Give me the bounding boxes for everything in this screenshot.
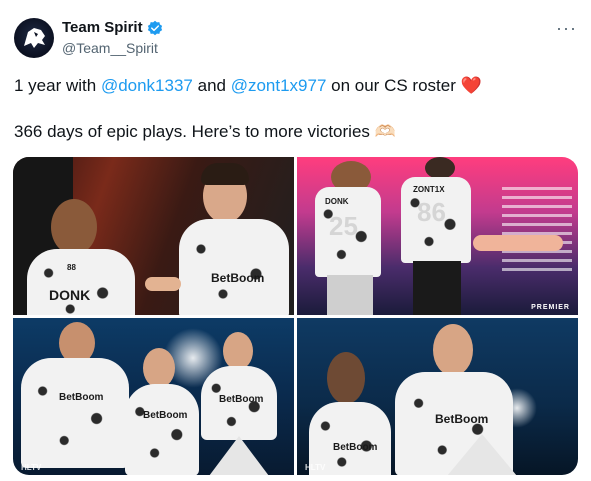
photo-stage-walk[interactable]: DONK 25 ZONT1X 86 PREMIER [297, 157, 578, 315]
player-jersey: BetBoom [179, 219, 289, 315]
author-avatar[interactable] [14, 18, 54, 58]
mention-link-donk[interactable]: @donk1337 [101, 76, 193, 95]
player-legs [413, 261, 461, 315]
tweet-text-segment: and [192, 76, 231, 95]
jersey-name: DONK [49, 287, 91, 303]
jersey-number: 25 [329, 211, 358, 241]
tweet-text: 1 year with @donk1337 and @zont1x977 on … [14, 75, 574, 143]
player-head [425, 157, 455, 179]
photo-handshake[interactable]: DONK 88 BetBoom [13, 157, 294, 315]
hltv-watermark: HLTV [305, 463, 326, 472]
stage-lights [502, 187, 572, 277]
player-jersey: BetBoom [125, 384, 199, 475]
photo-three-players[interactable]: BetBoom BetBoom BetBoom HLTV [13, 318, 294, 475]
author-name-row: Team Spirit [62, 19, 163, 36]
player-jersey: BetBoom [21, 358, 129, 468]
author-handle[interactable]: @Team__Spirit [62, 40, 158, 56]
photo-two-players[interactable]: BetBoom BetBoom HLTV [297, 318, 578, 475]
jersey-sponsor: BetBoom [333, 442, 378, 453]
player-legs [327, 275, 373, 315]
tweet-text-segment: 366 days of epic plays. Here’s to more v… [14, 122, 375, 141]
player-jersey: DONK 88 [27, 249, 135, 315]
player-head [143, 348, 175, 388]
player-jersey: BetBoom [201, 366, 277, 440]
jersey-number: 86 [417, 197, 446, 227]
high-five-hands [473, 235, 563, 251]
jersey-sponsor: BetBoom [219, 394, 264, 405]
player-jersey: DONK 25 [315, 187, 381, 277]
tweet-line-1: 1 year with @donk1337 and @zont1x977 on … [14, 75, 574, 97]
media-grid: DONK 88 BetBoom DONK 25 ZONT1X 86 PREMIE… [13, 157, 578, 475]
author-display-name[interactable]: Team Spirit [62, 19, 143, 36]
jersey-name: ZONT1X [413, 185, 445, 194]
player-head [327, 352, 365, 404]
verified-badge-icon [147, 20, 162, 35]
jersey-sponsor: BetBoom [59, 392, 104, 403]
dragon-logo-icon [24, 28, 45, 48]
heart-emoji-icon: ❤️ [460, 76, 482, 96]
jersey-sponsor: BetBoom [143, 410, 188, 421]
jersey-sponsor: BetBoom [211, 271, 265, 285]
player-head [51, 199, 97, 255]
tweet-line-2: 366 days of epic plays. Here’s to more v… [14, 121, 574, 143]
player-jersey: ZONT1X 86 [401, 177, 471, 263]
player-head [433, 324, 473, 376]
tweet-text-segment: 1 year with [14, 76, 101, 95]
player-hair [201, 163, 249, 185]
trophy-stand [209, 436, 269, 475]
jersey-number: 88 [67, 263, 76, 272]
heart-hands-emoji-icon: 🫶🏻 [374, 122, 396, 142]
jersey-sponsor: BetBoom [435, 412, 489, 426]
more-options-button[interactable]: ··· [556, 18, 577, 39]
event-logo: PREMIER [531, 304, 570, 311]
mention-link-zont1x[interactable]: @zont1x977 [231, 76, 327, 95]
tweet-text-segment: on our CS roster [326, 76, 461, 95]
handshake [145, 277, 181, 291]
player-head [223, 332, 253, 370]
hltv-watermark: HLTV [21, 463, 42, 472]
jersey-name: DONK [325, 197, 349, 206]
